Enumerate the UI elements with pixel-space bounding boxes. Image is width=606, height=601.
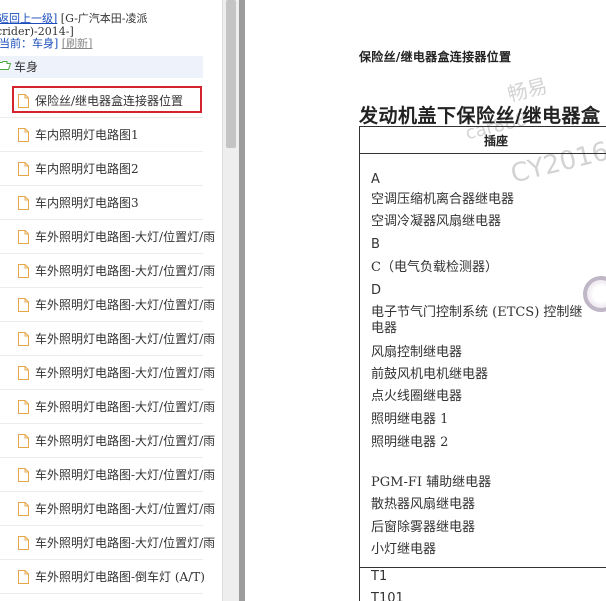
document-title: 发动机盖下保险丝/继电器盒	[359, 105, 601, 127]
tree-scrollbar[interactable]	[222, 0, 239, 601]
table-row: T101	[371, 591, 404, 601]
table-row: 照明继电器 2	[371, 435, 449, 450]
document-viewer: 保险丝/继电器盒连接器位置 畅易 car888 CY2016 发动机盖下保险丝/…	[239, 0, 606, 601]
document-icon	[18, 264, 29, 278]
document-icon	[18, 366, 29, 380]
tree-item[interactable]: 保险丝/继电器盒连接器位置	[0, 84, 222, 118]
tree-item-label: 车外照明灯电路图-大灯/位置灯/雨	[35, 468, 216, 482]
tree-item[interactable]: 车内照明灯电路图3	[0, 186, 222, 220]
tree-item[interactable]: 车外照明灯电路图-大灯/位置灯/雨	[0, 220, 222, 254]
connector-table: 插座 A 空调压缩机离合器继电器 空调冷凝器风扇继电器 B C（电气负载检测器） D 电子节…	[359, 126, 606, 601]
tree-root-body[interactable]: 车身	[0, 56, 203, 78]
table-divider	[360, 567, 606, 568]
document-icon	[18, 230, 29, 244]
tree-item-label: 车外照明灯电路图-倒车灯 (A/T)	[35, 570, 205, 584]
tree-item-label: 车内照明灯电路图3	[35, 196, 139, 210]
document-icon	[18, 502, 29, 516]
tree-item-label: 车外照明灯电路图-大灯/位置灯/雨	[35, 332, 216, 346]
tree-item[interactable]: 车外照明灯电路图-大灯/位置灯/雨	[0, 526, 222, 560]
tree-item-label: 车外照明灯电路图-大灯/位置灯/雨	[35, 366, 216, 380]
document-icon	[18, 332, 29, 346]
table-row: 点火线圈继电器	[371, 389, 463, 404]
tree-panel: 返回上一级] [G-广汽本田-凌派 crider)-2014-] 当前：车身] …	[0, 0, 222, 601]
tree-item[interactable]: 车外照明灯电路图-大灯/位置灯/雨	[0, 390, 222, 424]
vehicle-label: [G-广汽本田-凌派	[60, 12, 148, 25]
tree-item-label: 车外照明灯电路图-大灯/位置灯/雨	[35, 536, 216, 550]
tree-item[interactable]: 车外照明灯电路图-大灯/位置灯/雨	[0, 458, 222, 492]
table-row: 照明继电器 1	[371, 412, 449, 427]
breadcrumb-row-1: 返回上一级] [G-广汽本田-凌派	[0, 13, 148, 25]
tree-item[interactable]: 车外照明灯电路图-大灯/位置灯/雨	[0, 254, 222, 288]
tree-item-divider	[0, 593, 203, 594]
tree-item-label: 车内照明灯电路图1	[35, 128, 139, 142]
refresh-link[interactable]: [刷新]	[62, 37, 93, 50]
table-row: 空调冷凝器风扇继电器	[371, 214, 502, 229]
current-location: 车身]	[32, 37, 59, 50]
document-icon	[18, 298, 29, 312]
tree-item[interactable]: 车外照明灯电路图-大灯/位置灯/雨	[0, 288, 222, 322]
breadcrumb-row-3: 当前：车身] [刷新]	[0, 38, 92, 50]
tree-item[interactable]: 车外照明灯电路图-倒车灯 (A/T)	[0, 560, 222, 594]
document-icon	[18, 536, 29, 550]
table-row: 风扇控制继电器	[371, 345, 463, 360]
document-page: 保险丝/继电器盒连接器位置 畅易 car888 CY2016 发动机盖下保险丝/…	[245, 0, 606, 601]
tree-item[interactable]: 车内照明灯电路图1	[0, 118, 222, 152]
folder-open-icon	[0, 61, 11, 70]
table-row: T1	[371, 569, 388, 584]
table-row: 电子节气门控制系统 (ETCS) 控制继	[371, 305, 583, 320]
tree-item[interactable]: 车外照明灯电路图-大灯/位置灯/雨	[0, 424, 222, 458]
tree-item-label: 车外照明灯电路图-大灯/位置灯/雨	[35, 264, 216, 278]
document-subtitle: 保险丝/继电器盒连接器位置	[359, 50, 512, 64]
tree-item-label: 车外照明灯电路图-大灯/位置灯/雨	[35, 298, 216, 312]
table-row: 前鼓风机电机继电器	[371, 367, 489, 382]
document-icon	[18, 434, 29, 448]
tree-item-label: 车外照明灯电路图-大灯/位置灯/雨	[35, 502, 216, 516]
table-divider	[360, 153, 606, 154]
document-icon	[18, 400, 29, 414]
table-row: D	[371, 283, 382, 298]
tree-item[interactable]: 车外照明灯电路图-大灯/位置灯/雨	[0, 322, 222, 356]
table-row: C（电气负载检测器）	[371, 260, 498, 275]
tree-item[interactable]: 车外照明灯电路图-大灯/位置灯/雨	[0, 356, 222, 390]
document-icon	[18, 570, 29, 584]
table-row: A	[371, 172, 380, 187]
table-header: 插座	[484, 134, 509, 148]
table-row: 小灯继电器	[371, 542, 437, 557]
back-link[interactable]: 返回上一级]	[0, 12, 57, 25]
document-icon	[18, 162, 29, 176]
selection-highlight	[12, 86, 202, 113]
table-row: 散热器风扇继电器	[371, 497, 476, 512]
table-row: 电器	[371, 321, 398, 336]
tree-item-label: 车外照明灯电路图-大灯/位置灯/雨	[35, 434, 216, 448]
table-row: B	[371, 237, 380, 252]
tree-item-label: 车外照明灯电路图-大灯/位置灯/雨	[35, 230, 216, 244]
tree-item[interactable]: 车外照明灯电路图-大灯/位置灯/雨	[0, 492, 222, 526]
table-row: 空调压缩机离合器继电器	[371, 192, 515, 207]
table-row: PGM-FI 辅助继电器	[371, 475, 492, 490]
tree-item-label: 车外照明灯电路图-大灯/位置灯/雨	[35, 400, 216, 414]
document-icon	[18, 128, 29, 142]
table-row: 后窗除雾器继电器	[371, 520, 476, 535]
scrollbar-thumb[interactable]	[226, 0, 236, 148]
tree-root-label: 车身	[14, 60, 39, 74]
tree-item[interactable]: 车内照明灯电路图2	[0, 152, 222, 186]
document-icon	[18, 468, 29, 482]
tree-item-label: 车内照明灯电路图2	[35, 162, 139, 176]
current-prefix: 当前：	[0, 37, 32, 50]
document-icon	[18, 196, 29, 210]
